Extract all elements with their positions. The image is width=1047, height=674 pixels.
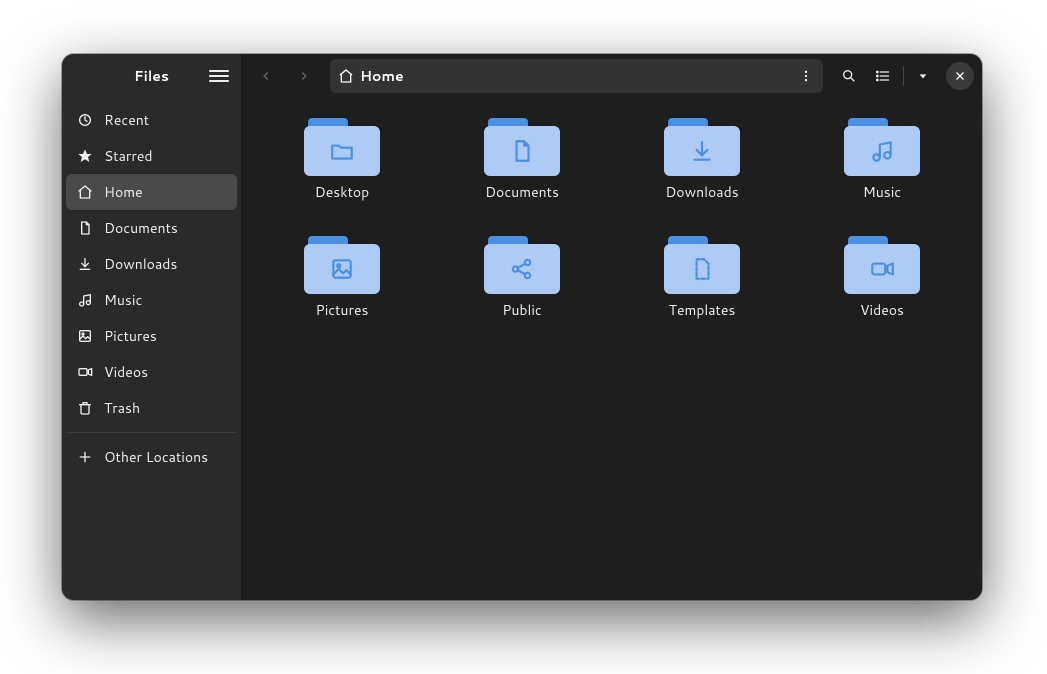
sidebar-item-starred[interactable]: Starred — [66, 138, 237, 174]
star-icon — [76, 147, 94, 165]
sidebar-item-recent[interactable]: Recent — [66, 102, 237, 138]
file-grid-area: Desktop Documents Downloads Music Pictures Pu… — [242, 98, 982, 600]
folder-icon — [484, 116, 560, 176]
folder-videos[interactable]: Videos — [802, 226, 962, 328]
pathbar[interactable]: Home — [330, 59, 823, 93]
toolbar-separator — [903, 66, 904, 86]
main-pane: Home DesktopDocumentsDownloadsMusicP — [242, 54, 982, 600]
picture-icon — [76, 327, 94, 345]
folder-downloads[interactable]: Downloads — [622, 108, 782, 210]
close-button[interactable] — [946, 62, 974, 90]
sidebar-item-label: Recent — [104, 110, 149, 130]
sidebar-item-label: Other Locations — [104, 447, 208, 467]
folder-label: Videos — [860, 300, 904, 320]
pathbar-more-button[interactable] — [795, 65, 817, 87]
folder-label: Pictures — [316, 300, 369, 320]
folder-icon — [484, 234, 560, 294]
sidebar-item-home[interactable]: Home — [66, 174, 237, 210]
trash-icon — [76, 399, 94, 417]
sidebar-item-music[interactable]: Music — [66, 282, 237, 318]
folder-public[interactable]: Public — [442, 226, 602, 328]
sidebar-item-label: Trash — [104, 398, 140, 418]
sidebar-header: Files — [62, 54, 241, 98]
folder-label: Templates — [669, 300, 736, 320]
home-icon — [338, 68, 354, 84]
folder-label: Music — [863, 182, 901, 202]
folder-label: Documents — [485, 182, 559, 202]
sidebar-item-documents[interactable]: Documents — [66, 210, 237, 246]
sidebar-item-trash[interactable]: Trash — [66, 390, 237, 426]
file-manager-window: Files Recent Starred Home Documents Download… — [62, 54, 982, 600]
video-icon — [76, 363, 94, 381]
folder-templates[interactable]: Templates — [622, 226, 782, 328]
folder-icon — [664, 116, 740, 176]
sidebar-item-label: Home — [104, 182, 143, 202]
sidebar-item-downloads[interactable]: Downloads — [66, 246, 237, 282]
folder-documents[interactable]: Documents — [442, 108, 602, 210]
folder-label: Public — [502, 300, 542, 320]
back-button[interactable] — [250, 60, 282, 92]
sidebar: Files Recent Starred Home Documents Download… — [62, 54, 242, 600]
view-options-dropdown[interactable] — [912, 60, 934, 92]
forward-button[interactable] — [288, 60, 320, 92]
folder-grid: Desktop Documents Downloads Music Pictures Pu… — [262, 108, 962, 328]
folder-icon — [844, 116, 920, 176]
hamburger-menu-button[interactable] — [209, 66, 229, 86]
home-icon — [76, 183, 94, 201]
folder-icon — [304, 116, 380, 176]
sidebar-item-videos[interactable]: Videos — [66, 354, 237, 390]
sidebar-item-label: Documents — [104, 218, 178, 238]
folder-label: Desktop — [315, 182, 369, 202]
folder-pictures[interactable]: Pictures — [262, 226, 422, 328]
folder-icon — [304, 234, 380, 294]
download-icon — [76, 255, 94, 273]
folder-music[interactable]: Music — [802, 108, 962, 210]
search-button[interactable] — [833, 60, 865, 92]
app-title: Files — [94, 66, 209, 86]
sidebar-item-label: Pictures — [104, 326, 157, 346]
sidebar-item-pictures[interactable]: Pictures — [66, 318, 237, 354]
plus-icon — [76, 448, 94, 466]
clock-icon — [76, 111, 94, 129]
sidebar-item-label: Starred — [104, 146, 153, 166]
folder-icon — [664, 234, 740, 294]
music-icon — [76, 291, 94, 309]
path-segment-home[interactable]: Home — [338, 66, 404, 86]
sidebar-item-label: Music — [104, 290, 142, 310]
sidebar-divider — [66, 432, 237, 433]
folder-icon — [844, 234, 920, 294]
sidebar-item-label: Downloads — [104, 254, 177, 274]
toolbar: Home — [242, 54, 982, 98]
folder-label: Downloads — [665, 182, 738, 202]
sidebar-item-label: Videos — [104, 362, 148, 382]
sidebar-item-other-locations[interactable]: Other Locations — [66, 439, 237, 475]
folder-desktop[interactable]: Desktop — [262, 108, 422, 210]
sidebar-list: Recent Starred Home Documents Downloads Music… — [62, 98, 241, 479]
path-text: Home — [360, 66, 404, 86]
doc-icon — [76, 219, 94, 237]
view-list-button[interactable] — [871, 60, 895, 92]
